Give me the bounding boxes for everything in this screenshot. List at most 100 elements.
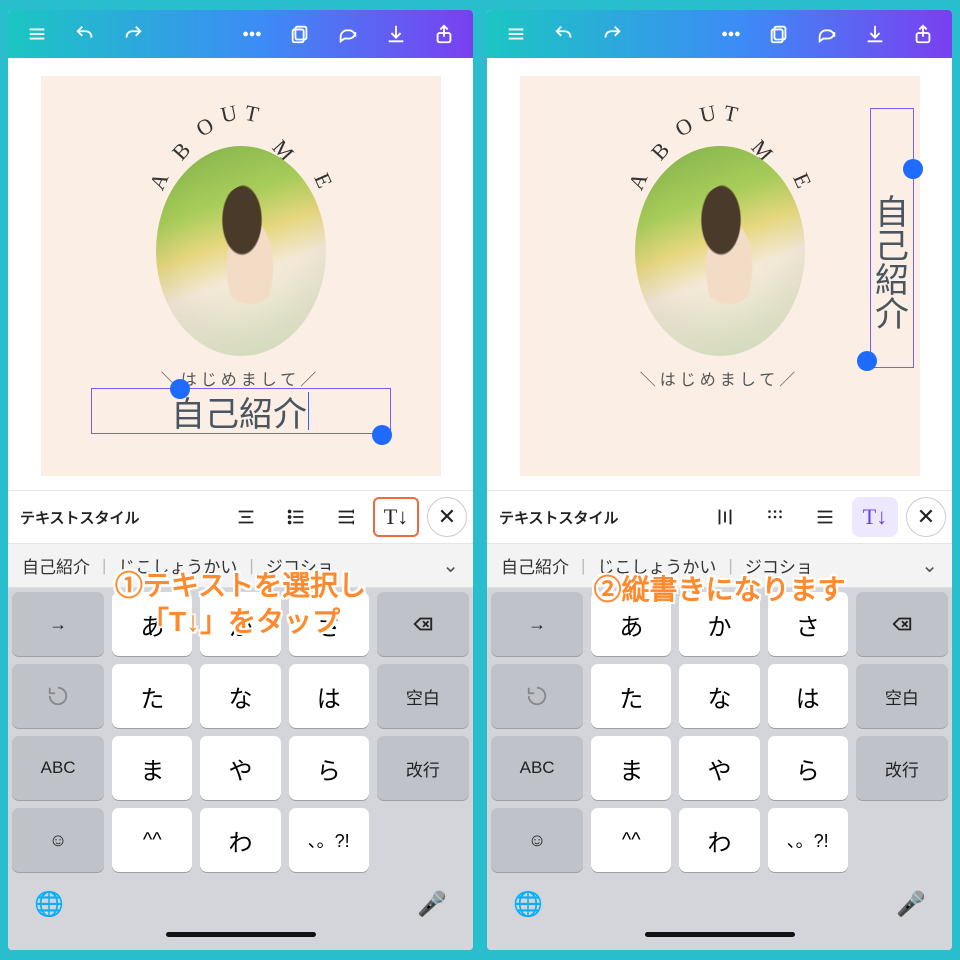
undo-icon[interactable] bbox=[62, 10, 108, 58]
canvas-area[interactable]: ABOUTME ＼はじめまして／ 自己紹介 bbox=[8, 58, 473, 490]
canvas-area[interactable]: ABOUTME ＼はじめまして／ 自己紹介 bbox=[487, 58, 952, 490]
align-vertical-icon[interactable] bbox=[702, 497, 748, 537]
key-ha[interactable]: は bbox=[289, 664, 369, 728]
suggestion-1[interactable]: 自己紹介 bbox=[16, 553, 96, 578]
pages-icon[interactable] bbox=[756, 10, 802, 58]
profile-photo[interactable] bbox=[156, 146, 326, 356]
key-na[interactable]: な bbox=[679, 664, 759, 728]
key-ra[interactable]: ら bbox=[289, 736, 369, 800]
keyboard-bottom-row: 🌐 🎤 bbox=[8, 876, 473, 932]
dots-icon[interactable] bbox=[752, 497, 798, 537]
toolbar-label[interactable]: テキストスタイル bbox=[14, 507, 146, 528]
download-icon[interactable] bbox=[852, 10, 898, 58]
ime-suggestions[interactable]: 自己紹介| じこしょうかい| ジコショ ⌄ bbox=[8, 544, 473, 588]
suggestion-3[interactable]: ジコショ bbox=[260, 553, 340, 578]
key-return[interactable]: 改行 bbox=[856, 736, 948, 800]
ime-suggestions[interactable]: 自己紹介| じこしょうかい| ジコショ ⌄ bbox=[487, 544, 952, 588]
key-a[interactable]: あ bbox=[112, 592, 192, 656]
line-spacing-icon[interactable] bbox=[802, 497, 848, 537]
key-backspace[interactable] bbox=[377, 592, 469, 656]
key-caret[interactable]: ^^ bbox=[112, 808, 192, 872]
key-space[interactable]: 空白 bbox=[377, 664, 469, 728]
suggestion-2[interactable]: じこしょうかい bbox=[112, 553, 243, 578]
selected-text-vertical[interactable]: 自己紹介 bbox=[870, 108, 914, 368]
vertical-text-button[interactable]: T↓ bbox=[852, 497, 898, 537]
line-spacing-icon[interactable] bbox=[323, 497, 369, 537]
design-canvas[interactable]: ABOUTME ＼はじめまして／ 自己紹介 bbox=[41, 76, 441, 476]
list-icon[interactable] bbox=[273, 497, 319, 537]
key-wa[interactable]: わ bbox=[679, 808, 759, 872]
comment-icon[interactable] bbox=[325, 10, 371, 58]
selection-handle-start[interactable] bbox=[170, 379, 190, 399]
mic-icon[interactable]: 🎤 bbox=[417, 890, 447, 919]
key-tab[interactable]: → bbox=[491, 592, 583, 656]
suggestion-3[interactable]: ジコショ bbox=[739, 553, 819, 578]
phone-right: ABOUTME ＼はじめまして／ 自己紹介 テキストスタイル T↓ ✕ 自己紹介… bbox=[487, 10, 952, 950]
key-undo[interactable] bbox=[12, 664, 104, 728]
key-abc[interactable]: ABC bbox=[491, 736, 583, 800]
key-punct[interactable]: 、。?! bbox=[768, 808, 848, 872]
arc-heading[interactable]: ABOUTME bbox=[520, 98, 920, 124]
selection-handle-start[interactable] bbox=[903, 159, 923, 179]
key-punct[interactable]: 、。?! bbox=[289, 808, 369, 872]
key-emoji[interactable]: ☺ bbox=[491, 808, 583, 872]
key-ta[interactable]: た bbox=[591, 664, 671, 728]
key-space[interactable]: 空白 bbox=[856, 664, 948, 728]
subtitle-text[interactable]: ＼はじめまして／ bbox=[520, 366, 920, 390]
pages-icon[interactable] bbox=[277, 10, 323, 58]
menu-icon[interactable] bbox=[493, 10, 539, 58]
key-wa[interactable]: わ bbox=[200, 808, 280, 872]
toolbar-label[interactable]: テキストスタイル bbox=[493, 507, 625, 528]
download-icon[interactable] bbox=[373, 10, 419, 58]
key-ka[interactable]: か bbox=[679, 592, 759, 656]
key-ma[interactable]: ま bbox=[112, 736, 192, 800]
selected-text-horizontal[interactable]: 自己紹介 bbox=[91, 388, 391, 434]
design-canvas[interactable]: ABOUTME ＼はじめまして／ 自己紹介 bbox=[520, 76, 920, 476]
suggestion-2[interactable]: じこしょうかい bbox=[591, 553, 722, 578]
key-backspace[interactable] bbox=[856, 592, 948, 656]
key-tab[interactable]: → bbox=[12, 592, 104, 656]
globe-icon[interactable]: 🌐 bbox=[34, 890, 64, 919]
software-keyboard: → あ か さ た な は 空白 ABC ま や ら 改行 ☺ ^^ わ 、。?… bbox=[487, 588, 952, 876]
key-ra[interactable]: ら bbox=[768, 736, 848, 800]
selection-handle-end[interactable] bbox=[857, 351, 877, 371]
key-ka[interactable]: か bbox=[200, 592, 280, 656]
more-icon[interactable] bbox=[229, 10, 275, 58]
suggestion-1[interactable]: 自己紹介 bbox=[495, 553, 575, 578]
key-ya[interactable]: や bbox=[679, 736, 759, 800]
more-icon[interactable] bbox=[708, 10, 754, 58]
key-na[interactable]: な bbox=[200, 664, 280, 728]
redo-icon[interactable] bbox=[589, 10, 635, 58]
globe-icon[interactable]: 🌐 bbox=[513, 890, 543, 919]
selection-handle-end[interactable] bbox=[372, 425, 392, 445]
suggestions-expand-icon[interactable]: ⌄ bbox=[436, 553, 465, 578]
key-sa[interactable]: さ bbox=[289, 592, 369, 656]
align-icon[interactable] bbox=[223, 497, 269, 537]
undo-icon[interactable] bbox=[541, 10, 587, 58]
key-abc[interactable]: ABC bbox=[12, 736, 104, 800]
key-caret[interactable]: ^^ bbox=[591, 808, 671, 872]
redo-icon[interactable] bbox=[110, 10, 156, 58]
key-return[interactable]: 改行 bbox=[377, 736, 469, 800]
close-toolbar-button[interactable]: ✕ bbox=[906, 497, 946, 537]
share-icon[interactable] bbox=[900, 10, 946, 58]
suggestions-expand-icon[interactable]: ⌄ bbox=[915, 553, 944, 578]
menu-icon[interactable] bbox=[14, 10, 60, 58]
share-icon[interactable] bbox=[421, 10, 467, 58]
text-toolbar: テキストスタイル T↓ ✕ bbox=[8, 490, 473, 544]
key-emoji[interactable]: ☺ bbox=[12, 808, 104, 872]
keyboard-bottom-row: 🌐 🎤 bbox=[487, 876, 952, 932]
key-undo[interactable] bbox=[491, 664, 583, 728]
key-ha[interactable]: は bbox=[768, 664, 848, 728]
mic-icon[interactable]: 🎤 bbox=[896, 890, 926, 919]
profile-photo[interactable] bbox=[635, 146, 805, 356]
key-sa[interactable]: さ bbox=[768, 592, 848, 656]
vertical-text-button[interactable]: T↓ bbox=[373, 497, 419, 537]
key-ya[interactable]: や bbox=[200, 736, 280, 800]
key-ta[interactable]: た bbox=[112, 664, 192, 728]
close-toolbar-button[interactable]: ✕ bbox=[427, 497, 467, 537]
comment-icon[interactable] bbox=[804, 10, 850, 58]
arc-heading[interactable]: ABOUTME bbox=[41, 98, 441, 124]
key-a[interactable]: あ bbox=[591, 592, 671, 656]
key-ma[interactable]: ま bbox=[591, 736, 671, 800]
